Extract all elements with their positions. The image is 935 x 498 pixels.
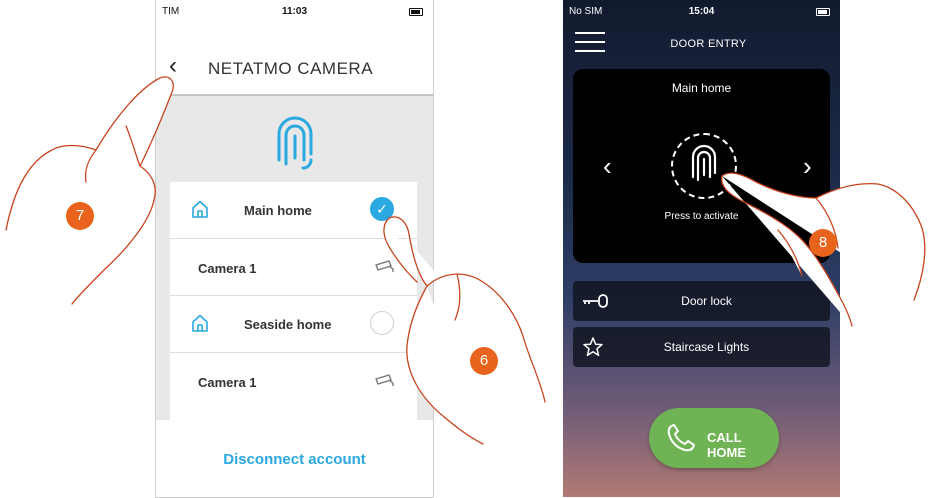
- door-lock-button[interactable]: Door lock: [573, 281, 830, 321]
- list-item-camera[interactable]: Camera 1: [170, 353, 417, 409]
- home-label: Main home: [244, 203, 312, 218]
- home-icon: [192, 314, 208, 332]
- status-bar: TIM 11:03: [156, 0, 433, 22]
- fingerprint-icon: [691, 144, 717, 182]
- door-lock-label: Door lock: [681, 294, 732, 308]
- footer: Disconnect account: [156, 420, 433, 497]
- step-badge-6: 6: [470, 347, 498, 375]
- page-title: NETATMO CAMERA: [208, 59, 374, 78]
- disconnect-account-button[interactable]: Disconnect account: [156, 451, 433, 468]
- home-name: Main home: [671, 81, 732, 95]
- netatmo-camera-screen: TIM 11:03 ‹ NETATMO CAMERA Main home ✓ C…: [155, 0, 434, 498]
- header: ‹ NETATMO CAMERA: [156, 40, 433, 94]
- camera-label: Camera 1: [198, 261, 257, 276]
- camera-icon: [375, 374, 394, 386]
- call-home-label: CALL HOME: [707, 430, 746, 460]
- status-bar: No SIM 15:04: [563, 0, 840, 22]
- camera-icon: [375, 260, 394, 272]
- battery-icon: [816, 8, 830, 16]
- home-label: Seaside home: [244, 317, 332, 332]
- unselected-radio-icon[interactable]: [370, 311, 394, 335]
- door-entry-screen: No SIM 15:04 DOOR ENTRY Main home ‹ › Pr…: [563, 0, 840, 497]
- step-badge-7: 7: [66, 202, 94, 230]
- press-to-activate-label: Press to activate: [664, 211, 739, 222]
- fingerprint-icon: [277, 116, 313, 170]
- list-item-camera[interactable]: Camera 1: [170, 239, 417, 296]
- clock: 11:03: [281, 6, 308, 17]
- page-title: DOOR ENTRY: [670, 38, 747, 50]
- home-icon: [192, 200, 208, 218]
- home-camera-list: Main home ✓ Camera 1 Seaside home Camera…: [170, 182, 417, 420]
- home-card: Main home ‹ › Press to activate: [573, 69, 830, 263]
- battery-icon: [409, 8, 423, 16]
- camera-label: Camera 1: [198, 375, 257, 390]
- staircase-lights-label: Staircase Lights: [663, 340, 750, 354]
- content-area: Main home ✓ Camera 1 Seaside home Camera…: [156, 94, 433, 420]
- call-home-button[interactable]: CALL HOME: [649, 408, 779, 468]
- staircase-lights-button[interactable]: Staircase Lights: [573, 327, 830, 367]
- back-button[interactable]: ‹: [162, 53, 184, 79]
- phone-icon: [667, 424, 695, 452]
- step-badge-8: 8: [809, 229, 837, 257]
- list-item-main-home[interactable]: Main home ✓: [170, 182, 417, 239]
- clock: 15:04: [688, 6, 715, 17]
- selected-check-icon[interactable]: ✓: [370, 197, 394, 221]
- chevron-right-icon[interactable]: ›: [803, 153, 812, 179]
- chevron-left-icon[interactable]: ‹: [603, 153, 612, 179]
- list-item-seaside-home[interactable]: Seaside home: [170, 296, 417, 353]
